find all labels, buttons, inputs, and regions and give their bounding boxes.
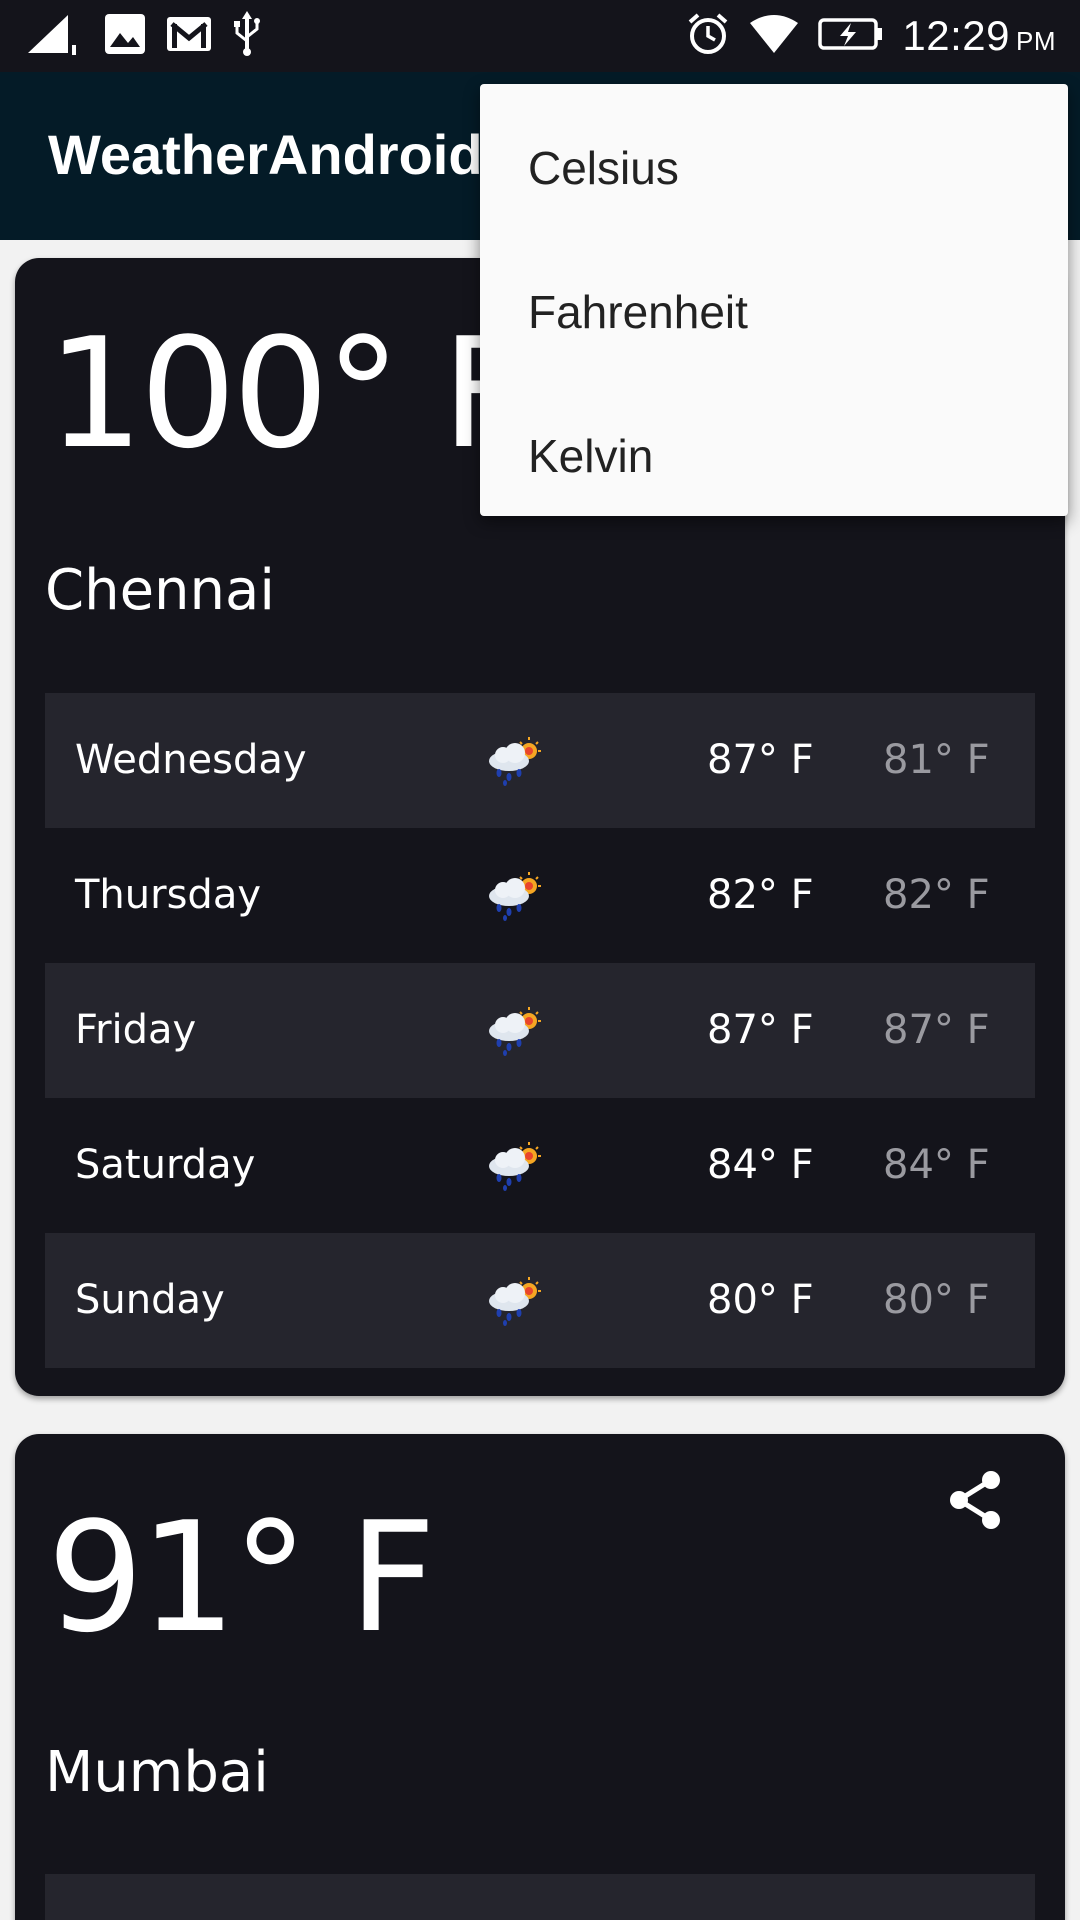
forecast-low: 84° F — [883, 1142, 990, 1188]
status-time: 12:29 PM — [902, 12, 1056, 59]
status-left — [24, 10, 262, 62]
forecast-high: 87° F — [707, 737, 814, 783]
signal-icon — [24, 11, 84, 61]
rain-sun-icon — [485, 1005, 545, 1057]
alarm-icon — [686, 12, 730, 60]
rain-sun-icon — [485, 1140, 545, 1192]
weather-card-mumbai[interactable]: 91° F Mumbai — [15, 1434, 1065, 1920]
forecast-low: 87° F — [883, 1007, 990, 1053]
status-ampm: PM — [1016, 26, 1056, 56]
forecast-day: Sunday — [75, 1277, 225, 1323]
forecast-row: Sunday 80° F 80° F — [45, 1233, 1035, 1368]
share-icon[interactable] — [945, 1468, 1005, 1532]
forecast-low: 82° F — [883, 872, 990, 918]
forecast-day: Thursday — [75, 872, 261, 918]
gmail-icon — [166, 16, 212, 56]
menu-item-fahrenheit[interactable]: Fahrenheit — [480, 240, 1068, 384]
forecast-low: 80° F — [883, 1277, 990, 1323]
forecast-day: Wednesday — [75, 737, 307, 783]
current-temperature: 100° F — [47, 305, 529, 482]
image-icon — [104, 13, 146, 59]
forecast-day: Saturday — [75, 1142, 256, 1188]
status-bar: 12:29 PM — [0, 0, 1080, 72]
forecast-high: 80° F — [707, 1277, 814, 1323]
app-title: WeatherAndroid — [48, 123, 483, 186]
forecast-row: Saturday 84° F 84° F — [45, 1098, 1035, 1233]
rain-sun-icon — [485, 1275, 545, 1327]
forecast-list: Wednesday 87° F 81° F Thursday 82° F 82°… — [45, 693, 1035, 1368]
current-temperature: 91° F — [47, 1489, 436, 1666]
wifi-icon — [748, 13, 800, 59]
rain-sun-icon — [485, 735, 545, 787]
menu-item-kelvin[interactable]: Kelvin — [480, 384, 1068, 528]
menu-item-celsius[interactable]: Celsius — [480, 96, 1068, 240]
forecast-row: Wednesday 87° F 81° F — [45, 693, 1035, 828]
forecast-high: 82° F — [707, 872, 814, 918]
forecast-high: 84° F — [707, 1142, 814, 1188]
city-name: Mumbai — [45, 1740, 269, 1805]
forecast-high: 87° F — [707, 1007, 814, 1053]
rain-sun-icon — [485, 870, 545, 922]
usb-icon — [232, 11, 262, 61]
units-menu: Celsius Fahrenheit Kelvin — [480, 84, 1068, 516]
city-name: Chennai — [45, 558, 275, 623]
forecast-row: Thursday 82° F 82° F — [45, 828, 1035, 963]
rain-sun-icon — [485, 1914, 545, 1920]
forecast-day: Friday — [75, 1007, 197, 1053]
forecast-row — [45, 1874, 1035, 1920]
status-right: 12:29 PM — [686, 10, 1056, 62]
forecast-low: 81° F — [883, 737, 990, 783]
battery-charging-icon — [818, 17, 884, 55]
forecast-list — [45, 1874, 1035, 1920]
forecast-row: Friday 87° F 87° F — [45, 963, 1035, 1098]
